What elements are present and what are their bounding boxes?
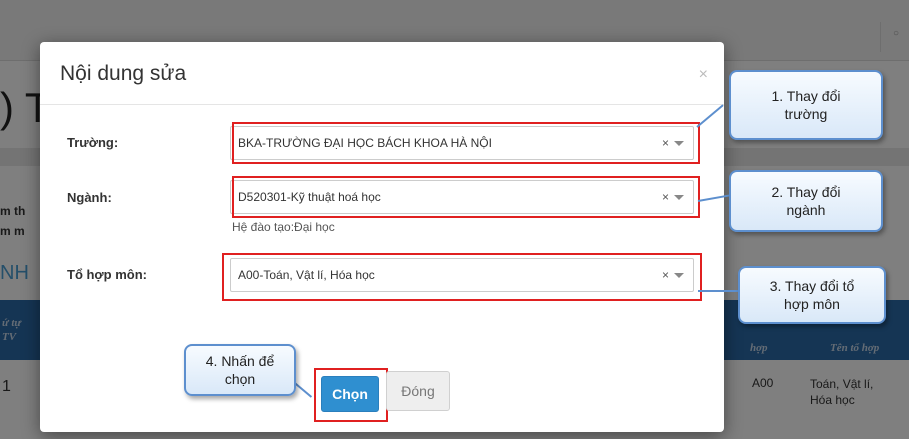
callout-change-subject-combo: 3. Thay đổi tổ hợp môn (738, 266, 886, 324)
school-clear-icon[interactable]: × (662, 136, 669, 150)
chevron-down-icon[interactable] (674, 273, 684, 278)
dialog-title: Nội dung sửa (60, 62, 187, 85)
school-select[interactable]: BKA-TRƯỜNG ĐẠI HỌC BÁCH KHOA HÀ NỘI × (230, 126, 694, 160)
major-select[interactable]: D520301-Kỹ thuật hoá học × (230, 180, 694, 214)
close-button[interactable]: Đóng (386, 371, 450, 411)
callout-3-leader (698, 290, 738, 292)
major-label: Ngành: (67, 190, 112, 205)
major-clear-icon[interactable]: × (662, 190, 669, 204)
school-label: Trường: (67, 135, 119, 150)
edit-dialog: Nội dung sửa × Trường: BKA-TRƯỜNG ĐẠI HỌ… (40, 42, 724, 432)
subject-combo-select[interactable]: A00-Toán, Vật lí, Hóa học × (230, 258, 694, 292)
close-icon[interactable]: × (699, 66, 708, 84)
school-select-value: BKA-TRƯỜNG ĐẠI HỌC BÁCH KHOA HÀ NỘI (238, 136, 492, 150)
choose-button[interactable]: Chọn (321, 376, 379, 412)
education-type-hint: Hệ đào tạo:Đại học (232, 220, 335, 234)
chevron-down-icon[interactable] (674, 195, 684, 200)
callout-change-school: 1. Thay đổi trường (729, 70, 883, 140)
callout-change-major: 2. Thay đổi ngành (729, 170, 883, 232)
subject-combo-select-value: A00-Toán, Vật lí, Hóa học (238, 268, 375, 282)
chevron-down-icon[interactable] (674, 141, 684, 146)
subject-combo-label: Tổ hợp môn: (67, 267, 147, 282)
dialog-header: Nội dung sửa × (40, 42, 724, 105)
subject-combo-clear-icon[interactable]: × (662, 268, 669, 282)
callout-press-to-choose: 4. Nhấn để chọn (184, 344, 296, 396)
major-select-value: D520301-Kỹ thuật hoá học (238, 190, 381, 204)
